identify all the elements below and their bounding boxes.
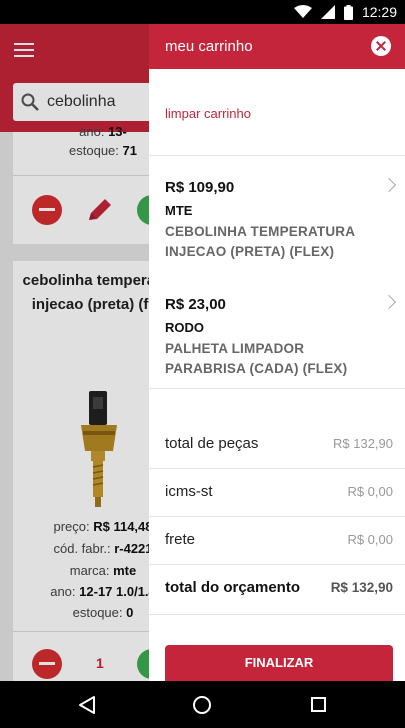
navigation-bar [0,681,405,728]
summary-icms: icms-st R$ 0,00 [165,483,393,500]
summary-pieces: total de peças R$ 132,90 [165,435,393,452]
drawer-title: meu carrinho [165,38,253,55]
battery-icon [343,4,353,20]
cart-item[interactable]: R$ 23,00 RODO PALHETA LIMPADOR PARABRISA… [149,284,405,400]
home-icon[interactable] [193,696,211,714]
finalize-button[interactable]: FINALIZAR [165,645,393,681]
cart-item-name: PALHETA LIMPADOR PARABRISA (CADA) (FLEX) [165,341,348,376]
cart-item-brand: MTE [165,203,193,218]
close-icon[interactable] [371,36,391,56]
status-time: 12:29 [361,4,397,20]
recent-apps-icon[interactable] [311,697,326,712]
chevron-right-icon [381,177,397,193]
cart-item[interactable]: R$ 109,90 MTE CEBOLINHA TEMPERATURA INJE… [149,167,405,283]
cart-drawer: meu carrinho limpar carrinho R$ 109,90 M… [149,24,405,681]
cart-item-price: R$ 23,00 [165,296,226,313]
wifi-icon [293,5,312,18]
summary-total: total do orçamento R$ 132,90 [165,579,393,596]
cart-item-price: R$ 109,90 [165,179,235,196]
drawer-header: meu carrinho [149,24,405,69]
clear-cart-link[interactable]: limpar carrinho [165,106,251,121]
signal-icon [320,5,335,19]
cart-item-brand: RODO [165,320,204,335]
summary-freight: frete R$ 0,00 [165,531,393,548]
cart-item-name: CEBOLINHA TEMPERATURA INJECAO (PRETA) (F… [165,224,355,259]
chevron-right-icon [381,294,397,310]
back-icon[interactable] [78,695,96,715]
status-bar: 12:29 [0,0,405,24]
